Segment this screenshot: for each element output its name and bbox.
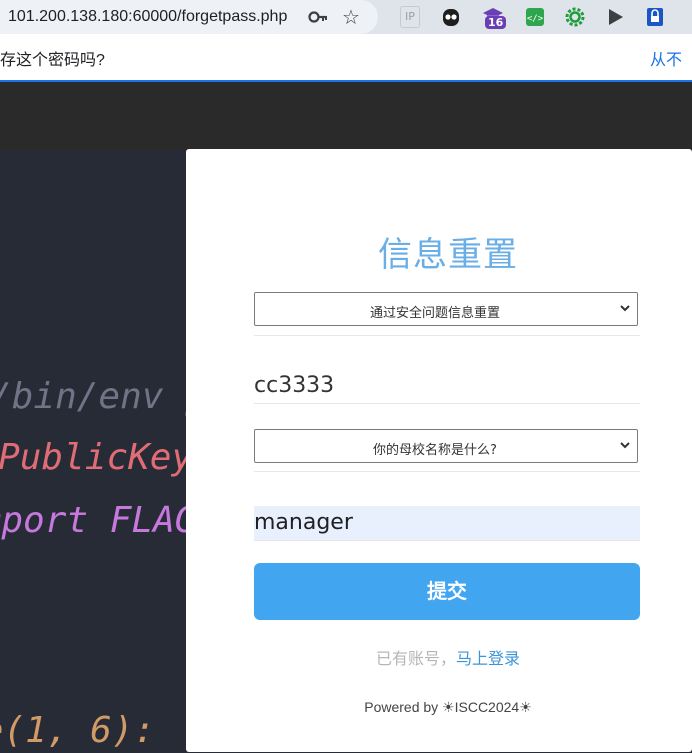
- login-link[interactable]: 马上登录: [456, 649, 520, 668]
- chevron-down-icon: [620, 442, 630, 449]
- play-extension-icon[interactable]: [604, 6, 626, 28]
- page-title: 信息重置: [378, 235, 518, 275]
- svg-text:</>: </>: [527, 14, 544, 24]
- reset-form-card: 信息重置 通过安全问题信息重置 cc3333 你的母校名称是什么? manage…: [186, 149, 692, 752]
- browser-toolbar: 101.200.138.180:60000/forgetpass.php ☆ I…: [0, 0, 692, 34]
- lock-extension-icon[interactable]: [644, 6, 666, 28]
- have-account-text: 已有账号，: [375, 649, 456, 668]
- reset-method-select[interactable]: 通过安全问题信息重置: [254, 292, 638, 326]
- reset-method-value: 通过安全问题信息重置: [369, 306, 500, 321]
- bookmark-star-icon[interactable]: ☆: [342, 5, 360, 29]
- powered-by-footer: Powered by ☀ISCC2024☀: [364, 699, 532, 715]
- security-question-value: 你的母校名称是什么?: [373, 443, 497, 458]
- username-input[interactable]: cc3333: [254, 369, 640, 403]
- password-key-icon[interactable]: [308, 8, 328, 26]
- divider: [254, 471, 640, 472]
- divider: [254, 335, 640, 336]
- chevron-down-icon: [620, 305, 630, 312]
- answer-input[interactable]: manager: [254, 506, 640, 540]
- submit-button[interactable]: 提交: [254, 563, 640, 620]
- save-password-bar: 保存这个密码吗? 从不: [0, 34, 692, 82]
- extensions-strip: IP 16 </>: [390, 0, 692, 34]
- ip-extension-label: IP: [405, 10, 415, 23]
- security-question-select[interactable]: 你的母校名称是什么?: [254, 429, 638, 463]
- divider: [254, 540, 640, 541]
- gear-extension-icon[interactable]: [564, 6, 586, 28]
- extension-badge: 16: [485, 16, 507, 29]
- code-extension-icon[interactable]: </>: [524, 6, 546, 28]
- login-prompt: 已有账号，马上登录: [186, 645, 692, 669]
- url-text[interactable]: 101.200.138.180:60000/forgetpass.php: [8, 8, 287, 26]
- ghost-extension-icon[interactable]: [440, 6, 462, 28]
- divider: [254, 403, 640, 404]
- ip-extension-icon[interactable]: IP: [400, 6, 420, 28]
- code-line: import FLAG: [0, 500, 197, 541]
- code-line: for i in range(1, 6):: [0, 710, 156, 751]
- page-body: #!/usr/bin/env python from Crypto.Public…: [0, 82, 692, 753]
- save-password-prompt: 保存这个密码吗?: [0, 52, 105, 69]
- never-save-button[interactable]: 从不: [650, 46, 682, 70]
- address-bar[interactable]: 101.200.138.180:60000/forgetpass.php ☆: [0, 0, 378, 34]
- graduation-cap-extension-icon[interactable]: 16: [482, 6, 507, 29]
